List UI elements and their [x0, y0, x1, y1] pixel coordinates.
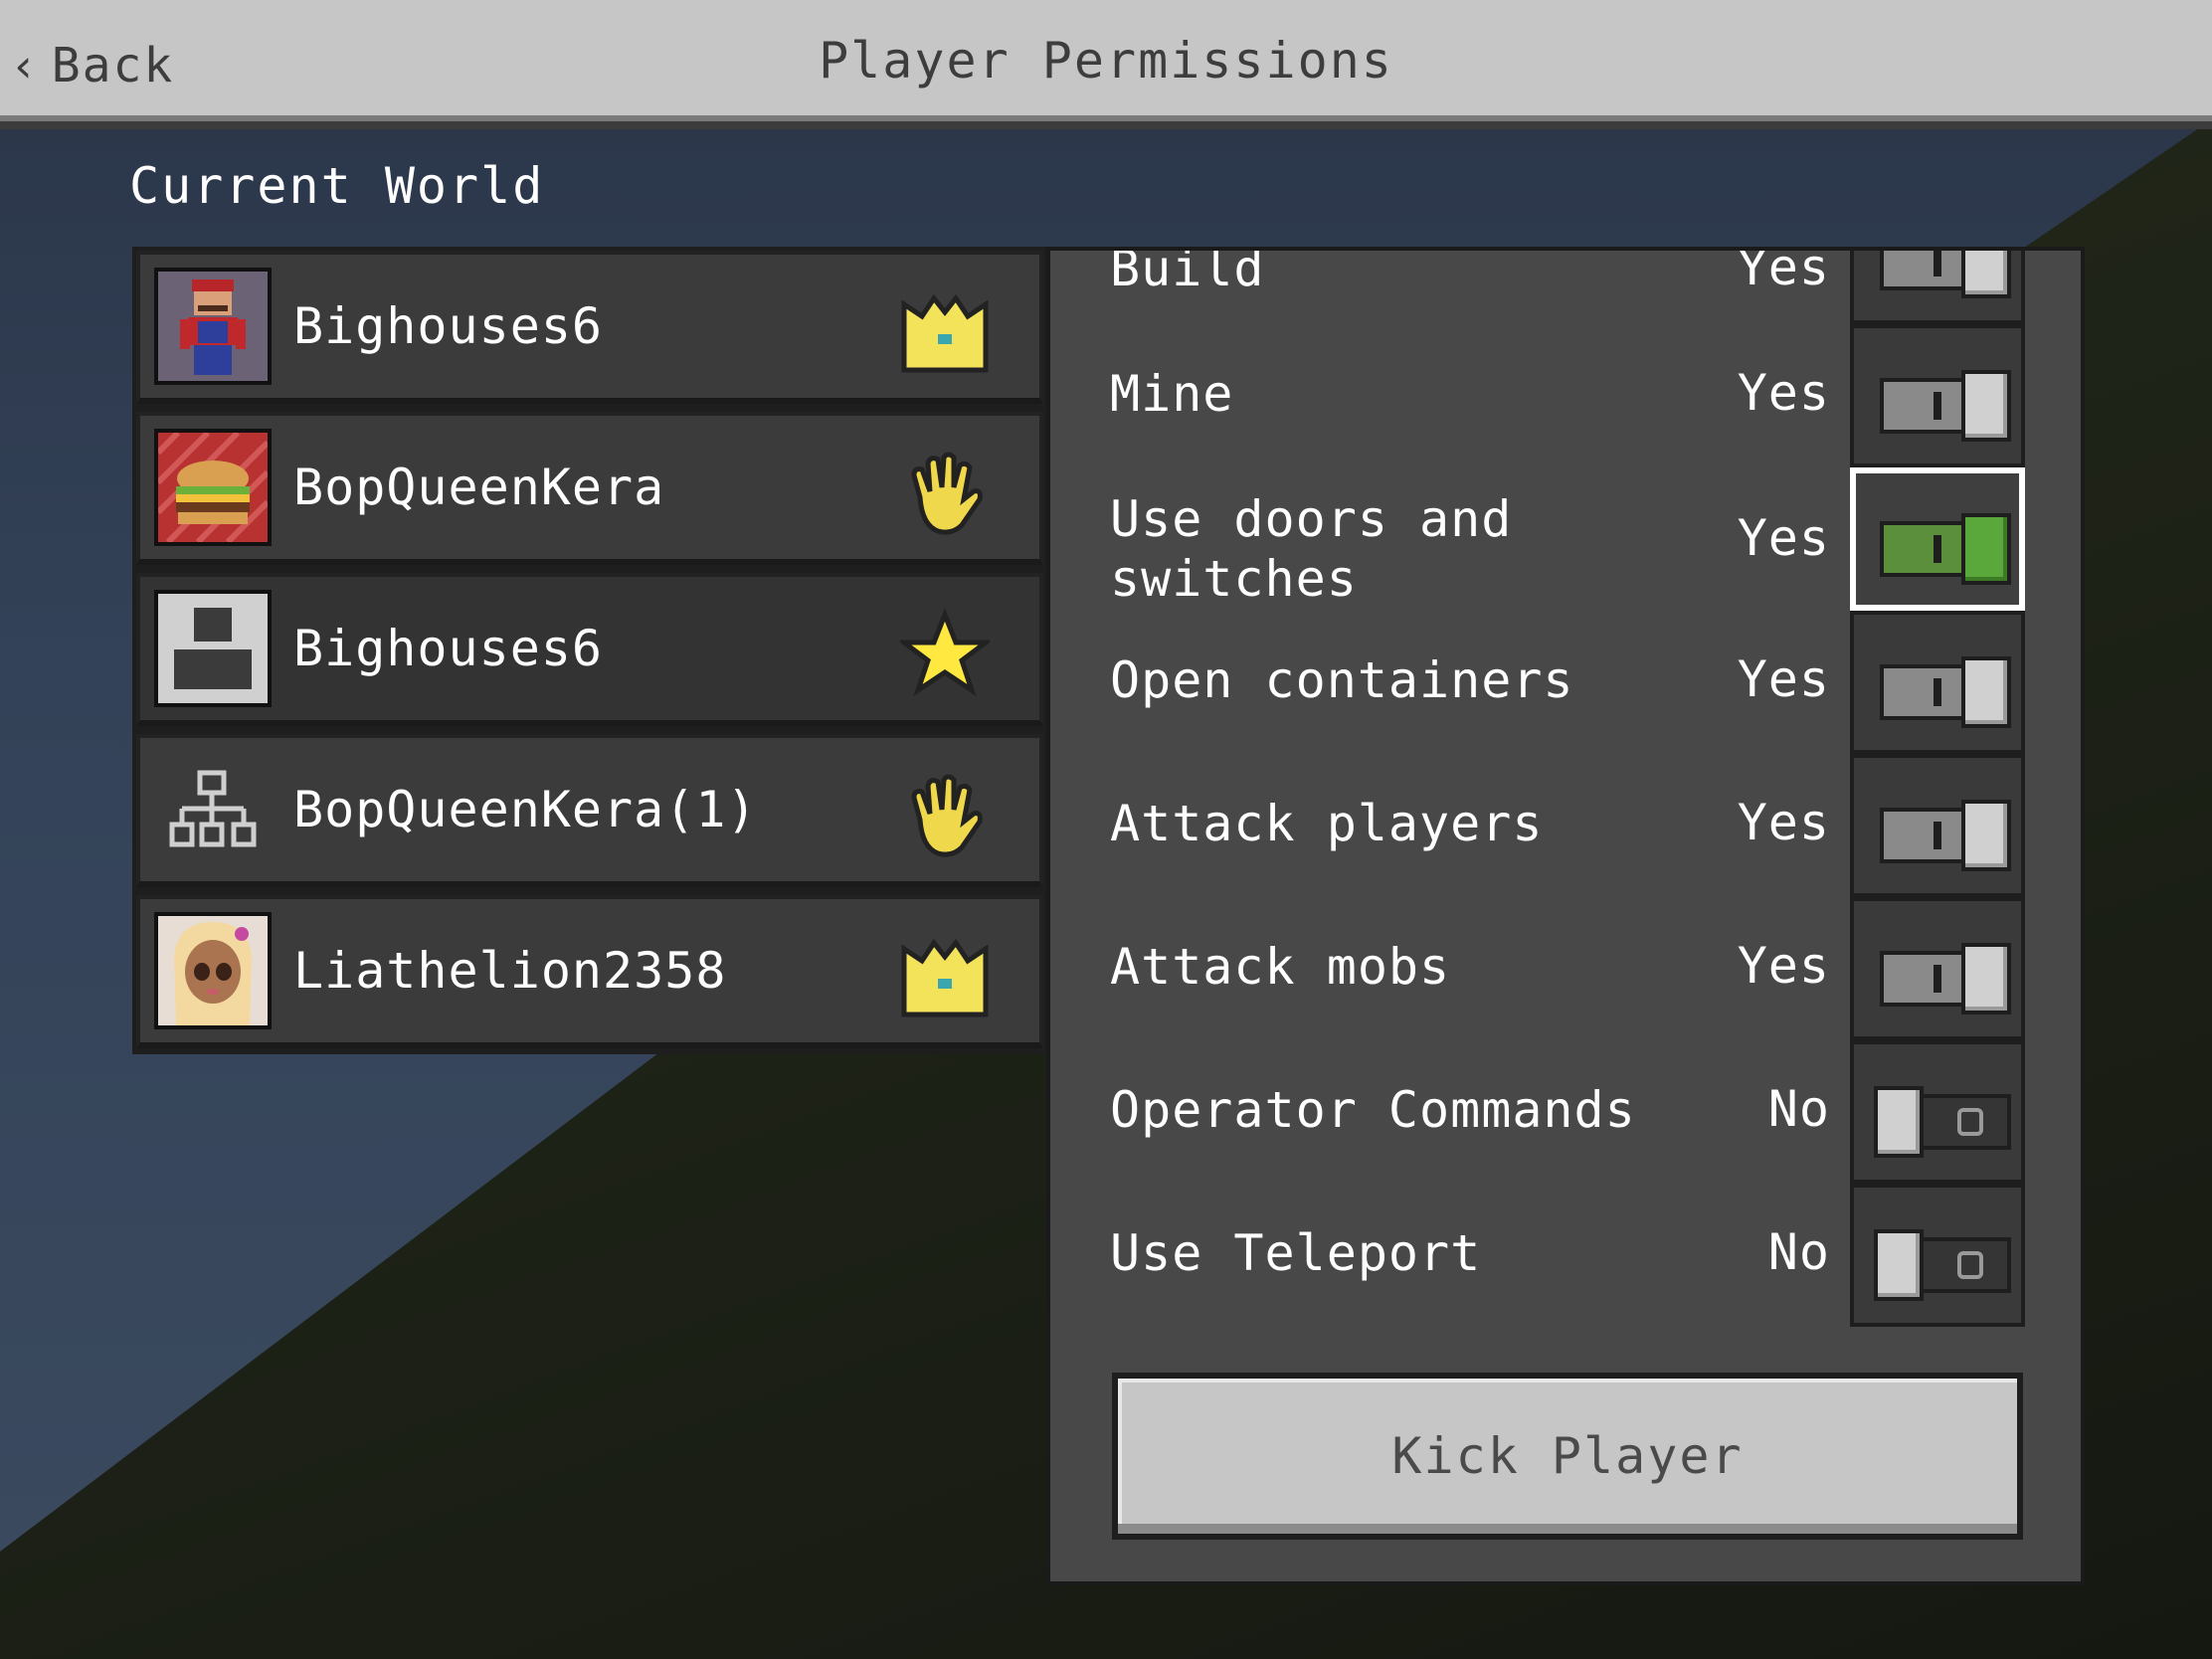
- crown-icon: [900, 286, 990, 376]
- containers-toggle[interactable]: [1874, 656, 2011, 728]
- star-icon: [900, 609, 990, 698]
- attack-players-toggle[interactable]: [1874, 800, 2011, 871]
- build-toggle[interactable]: [1874, 251, 2011, 298]
- permission-label: Attack mobs: [1110, 938, 1451, 996]
- waving-hand-icon: [900, 770, 990, 859]
- toggle-cell: [1850, 1040, 2025, 1184]
- permission-value: Yes: [1737, 650, 1830, 708]
- network-avatar: [154, 751, 272, 868]
- toggle-cell: [1850, 754, 2025, 897]
- permission-label: Mine: [1110, 365, 1234, 423]
- permission-row-attack-players: Attack players Yes: [1050, 754, 2081, 897]
- permission-row-teleport: Use Teleport No: [1050, 1184, 2081, 1327]
- player-row-selected[interactable]: Bighouses6: [136, 573, 1043, 726]
- player-row[interactable]: BopQueenKera: [136, 412, 1043, 565]
- permission-row-build: Build Yes: [1050, 247, 2081, 324]
- permission-value: Yes: [1737, 364, 1830, 422]
- doors-toggle[interactable]: [1874, 513, 2011, 585]
- permission-label: Build: [1110, 247, 1265, 297]
- kick-player-button[interactable]: Kick Player: [1112, 1373, 2023, 1540]
- player-name: Bighouses6: [293, 297, 604, 355]
- player-row[interactable]: Liathelion2358: [136, 895, 1043, 1048]
- permission-value: Yes: [1737, 509, 1830, 567]
- waving-hand-icon: [900, 448, 990, 537]
- attack-mobs-toggle[interactable]: [1874, 943, 2011, 1014]
- permission-label: Open containers: [1110, 651, 1574, 709]
- section-title: Current World: [129, 157, 545, 215]
- permission-row-operator: Operator Commands No: [1050, 1040, 2081, 1184]
- permission-label: Attack players: [1110, 795, 1544, 852]
- permission-row-mine: Mine Yes: [1050, 324, 2081, 467]
- permission-value: No: [1767, 1223, 1830, 1281]
- player-name: Liathelion2358: [293, 942, 727, 1000]
- toggle-cell: [1850, 1184, 2025, 1327]
- permission-value: Yes: [1737, 794, 1830, 851]
- player-name: BopQueenKera: [293, 459, 665, 516]
- permission-value: Yes: [1737, 247, 1830, 296]
- permission-row-attack-mobs: Attack mobs Yes: [1050, 897, 2081, 1040]
- player-row[interactable]: Bighouses6: [136, 251, 1043, 404]
- toggle-cell: [1850, 611, 2025, 754]
- operator-toggle[interactable]: [1874, 1086, 2011, 1158]
- skin-avatar: [154, 268, 272, 385]
- player-name: BopQueenKera(1): [293, 781, 758, 838]
- toggle-cell: [1850, 324, 2025, 467]
- toggle-cell: [1850, 897, 2025, 1040]
- toggle-cell-focused: [1850, 467, 2025, 611]
- toggle-cell: [1850, 251, 2025, 324]
- default-avatar: [154, 590, 272, 707]
- doll-avatar: [154, 912, 272, 1029]
- permission-row-containers: Open containers Yes: [1050, 611, 2081, 754]
- permission-label: Use doors and switches: [1110, 490, 1513, 608]
- player-list: Bighouses6 BopQueenKera Bighouses6 BopQu…: [132, 247, 1047, 1054]
- page-title: Player Permissions: [819, 32, 1393, 90]
- permission-value: Yes: [1737, 937, 1830, 995]
- crown-icon: [900, 931, 990, 1020]
- permission-label: Use Teleport: [1110, 1224, 1482, 1282]
- player-name: Bighouses6: [293, 620, 604, 677]
- mine-toggle[interactable]: [1874, 370, 2011, 442]
- teleport-toggle[interactable]: [1874, 1229, 2011, 1301]
- permissions-panel[interactable]: Build Yes Mine Yes Use doors and switche…: [1046, 247, 2085, 1585]
- player-row[interactable]: BopQueenKera(1): [136, 734, 1043, 887]
- permission-value: No: [1767, 1080, 1830, 1138]
- header-bar: ‹ Back Player Permissions: [0, 0, 2212, 121]
- permission-label: Operator Commands: [1110, 1081, 1636, 1139]
- permission-row-doors: Use doors and switches Yes: [1050, 467, 2081, 611]
- burger-avatar: [154, 429, 272, 546]
